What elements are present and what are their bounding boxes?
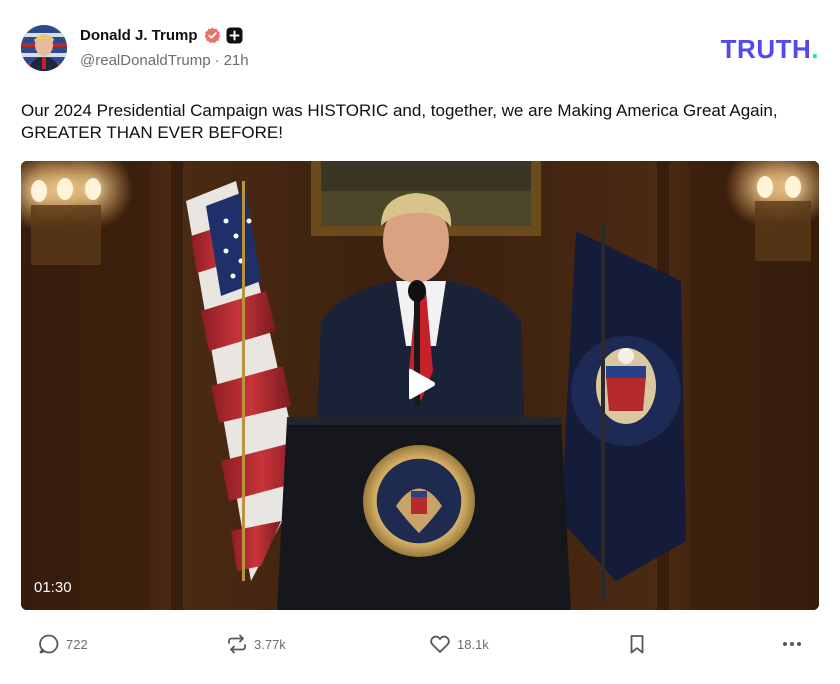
retruth-icon [228, 634, 246, 654]
retruth-button[interactable]: 3.77k [226, 628, 286, 660]
bookmark-icon [630, 635, 644, 654]
display-name[interactable]: Donald J. Trump [80, 27, 198, 44]
play-icon [409, 368, 435, 400]
video-player[interactable]: 01:30 [21, 161, 819, 610]
brand-dot: . [811, 34, 819, 64]
meta-separator: · [214, 52, 220, 69]
reply-count: 722 [66, 636, 88, 652]
post-text: Our 2024 Presidential Campaign was HISTO… [21, 101, 778, 142]
brand-name: TRUTH [720, 34, 812, 64]
reply-icon [39, 634, 59, 654]
play-button[interactable] [395, 359, 445, 409]
timestamp[interactable]: 21h [224, 52, 249, 69]
action-bar: 722 3.77k 18.1k [0, 628, 840, 660]
retruth-count: 3.77k [254, 636, 286, 652]
bookmark-button[interactable] [626, 628, 648, 660]
reply-button[interactable]: 722 [38, 628, 88, 660]
more-icon [783, 642, 801, 646]
verified-badge-icon [204, 27, 221, 44]
avatar[interactable] [21, 25, 67, 71]
heart-icon [430, 635, 450, 653]
video-duration: 01:30 [34, 579, 72, 596]
handle[interactable]: @realDonaldTrump [80, 52, 211, 69]
like-button[interactable]: 18.1k [429, 628, 489, 660]
more-options-button[interactable] [781, 628, 803, 660]
plus-badge-icon [226, 27, 243, 44]
truth-post: Donald J. Trump @realDonaldTrump · 21h T… [0, 0, 840, 684]
truth-logo[interactable]: TRUTH. [721, 34, 819, 65]
like-count: 18.1k [457, 636, 489, 652]
